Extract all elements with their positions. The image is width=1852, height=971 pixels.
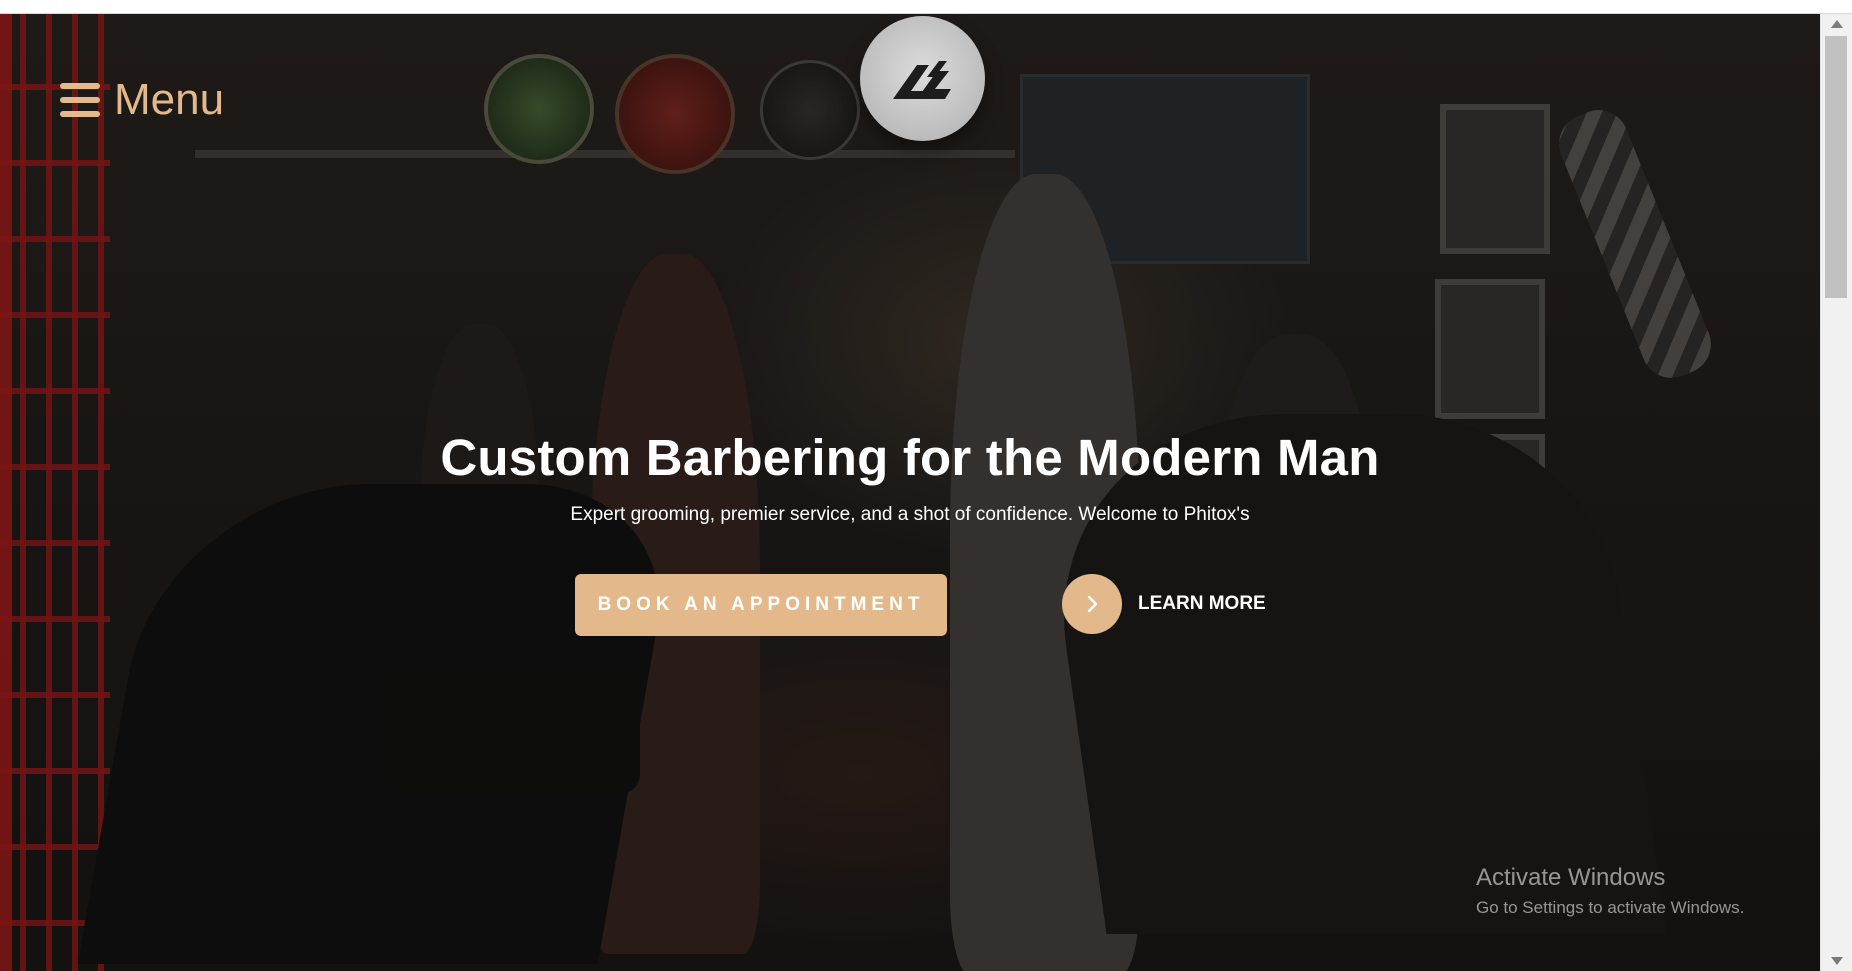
menu-toggle[interactable]: Menu — [60, 78, 224, 122]
hamburger-icon[interactable] — [60, 83, 100, 117]
scroll-thumb[interactable] — [1825, 36, 1847, 298]
menu-label[interactable]: Menu — [114, 78, 224, 122]
chevron-right-icon[interactable] — [1062, 574, 1122, 634]
book-appointment-button[interactable]: BOOK AN APPOINTMENT — [575, 574, 947, 636]
hero-headline: Custom Barbering for the Modern Man — [440, 429, 1380, 486]
learn-more-label[interactable]: LEARN MORE — [1138, 593, 1266, 615]
watermark-subtitle: Go to Settings to activate Windows. — [1476, 898, 1745, 917]
watermark-title: Activate Windows — [1476, 864, 1666, 891]
activate-windows-watermark: Activate Windows Go to Settings to activ… — [1476, 864, 1744, 918]
brand-logo[interactable] — [860, 16, 985, 141]
learn-more-link[interactable]: LEARN MORE — [1062, 574, 1266, 634]
browser-top-strip — [0, 0, 1852, 14]
hero-subline: Expert grooming, premier service, and a … — [570, 504, 1250, 525]
scroll-up-icon[interactable] — [1831, 20, 1843, 28]
hero-section: Menu Custom Barbering for the Modern Man… — [0, 14, 1820, 971]
page-scrollbar[interactable] — [1820, 14, 1852, 971]
hero-overlay — [0, 14, 1820, 971]
brand-logo-icon — [892, 60, 951, 99]
scroll-down-icon[interactable] — [1831, 957, 1843, 965]
